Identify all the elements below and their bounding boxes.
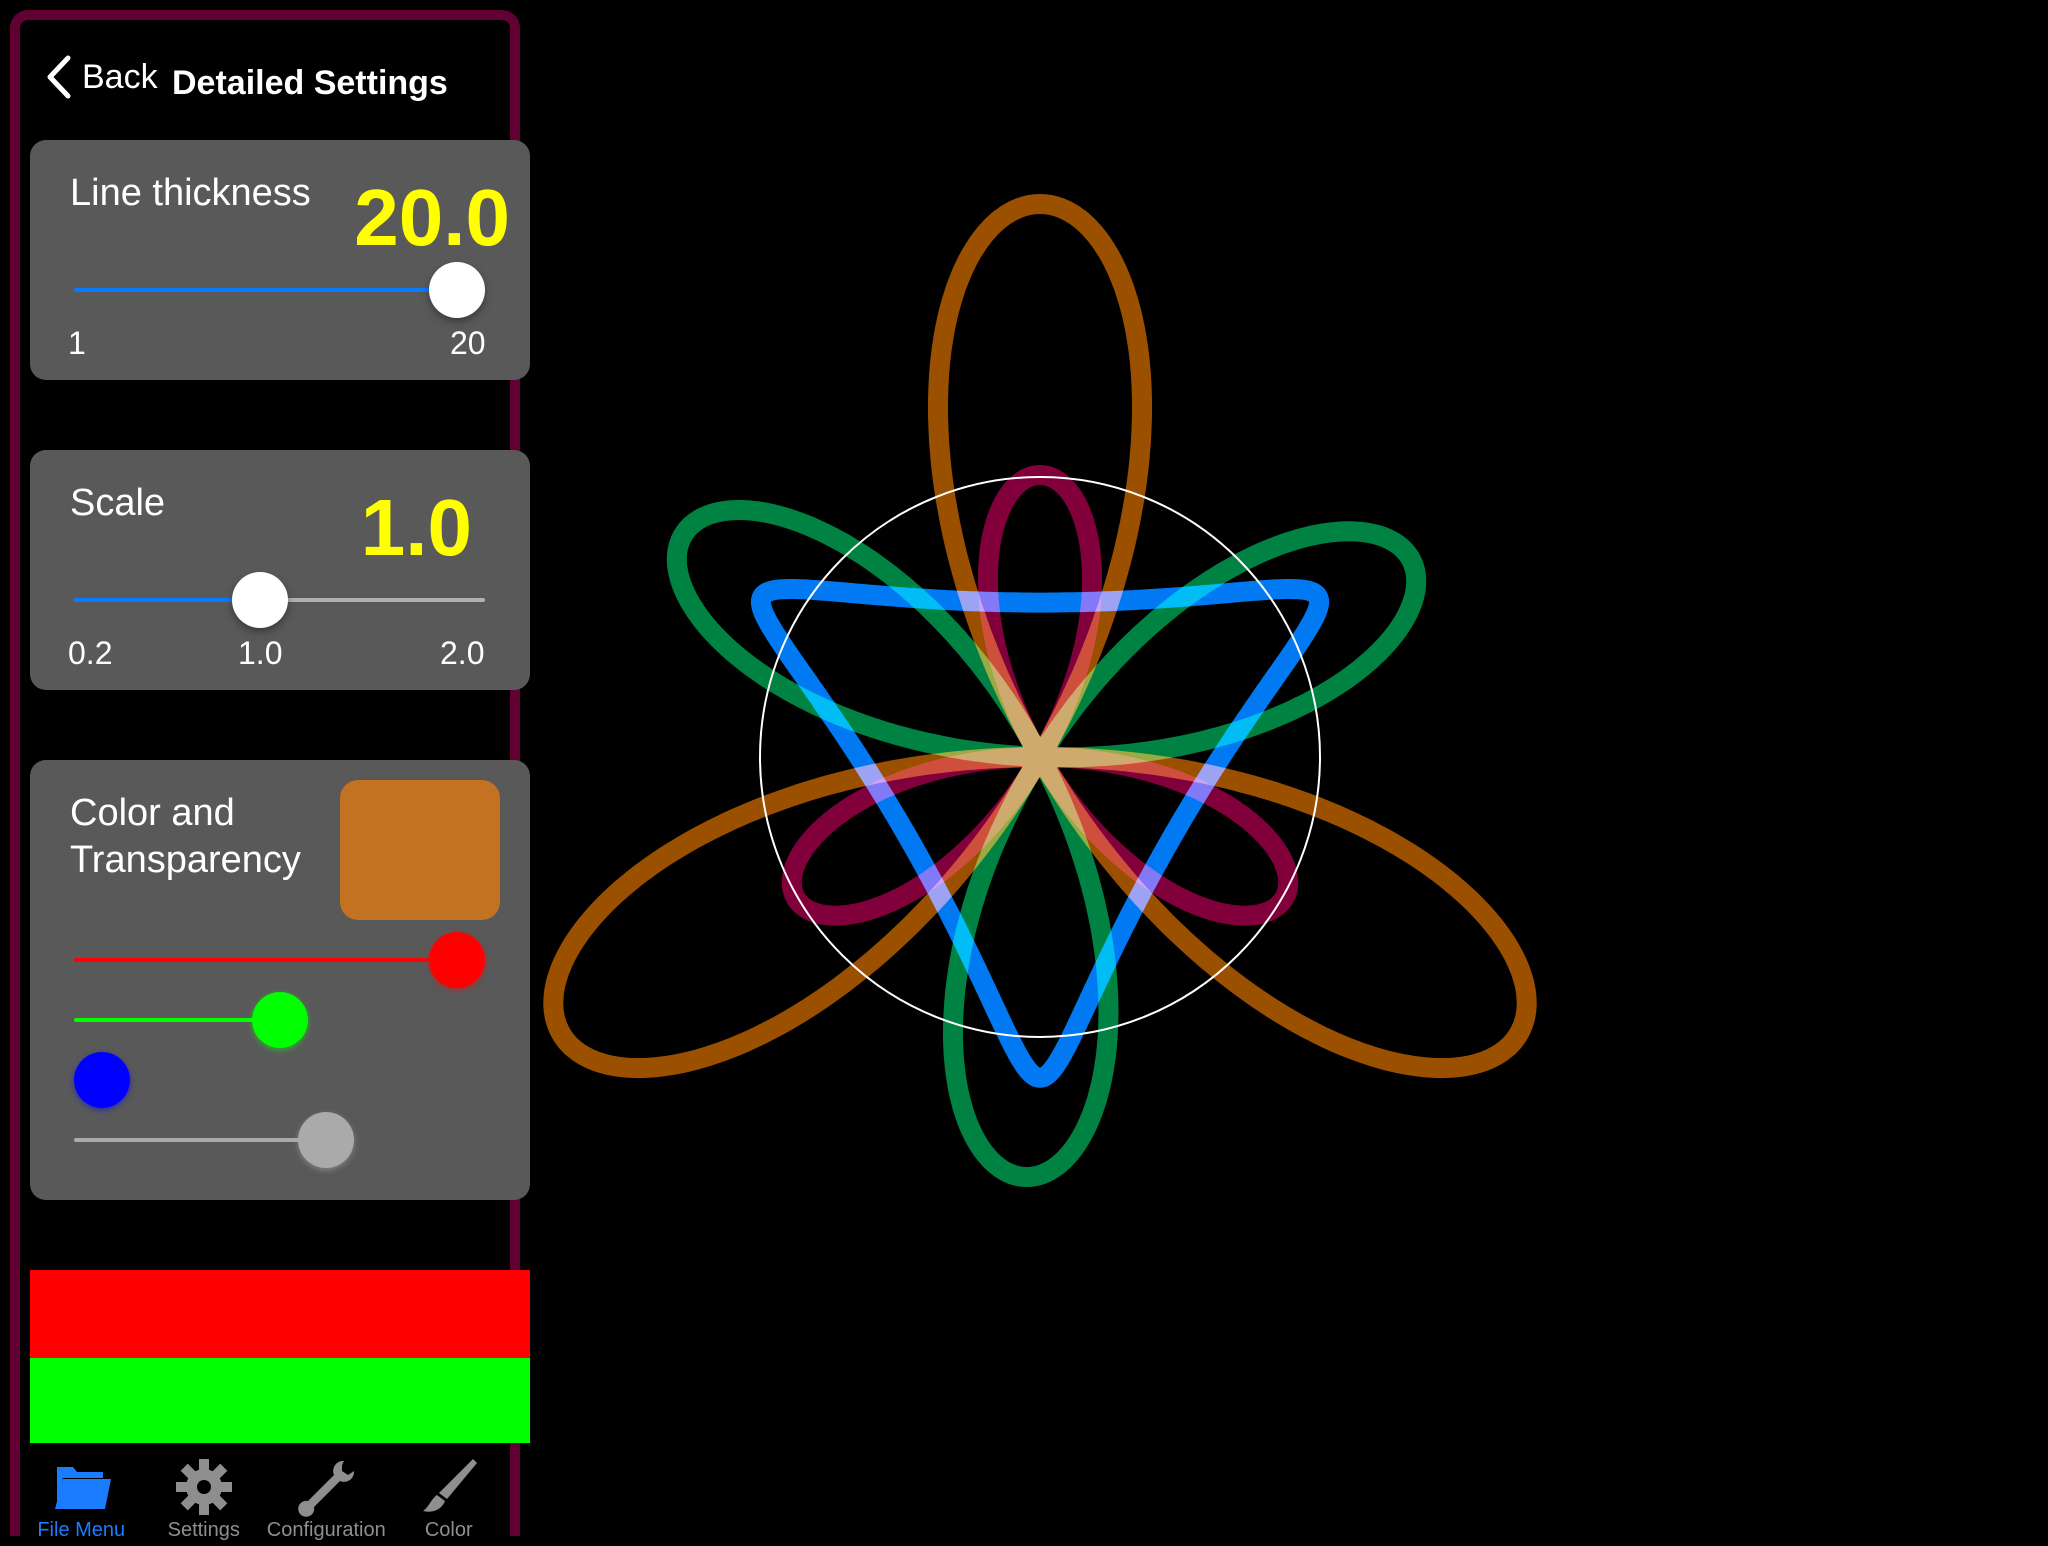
tab-label: File Menu [37,1519,126,1541]
chevron-left-icon [47,55,71,99]
red-color-bar [30,1270,530,1358]
scale-value: 1.0 [360,483,472,572]
scale-slider[interactable] [74,570,485,630]
wrench-icon [298,1460,355,1517]
tab-label: Settings [167,1519,240,1541]
back-label: Back [82,57,158,96]
slider-track-min [74,288,457,292]
color-label-line1: Color and [70,792,235,834]
color-card: Color and Transparency [30,760,530,1200]
magenta-rose-curve [781,465,1299,926]
red-slider[interactable] [74,930,485,990]
blue-slider-thumb[interactable] [74,1052,130,1108]
blue-slider[interactable] [74,1050,485,1110]
line-thickness-label: Line thickness [70,172,311,214]
min-label: 0.2 [68,635,113,671]
green-color-bar [30,1358,530,1443]
folder-icon [55,1467,112,1509]
tab-color[interactable]: Color [388,1443,511,1546]
back-button[interactable]: Back [44,54,158,100]
slider-thumb[interactable] [429,262,485,318]
tab-bar: File Menu Settings Configuration Color [20,1443,510,1546]
page-title: Detailed Settings [172,64,448,102]
settings-panel: Back Detailed Settings Line thickness 20… [10,10,530,1541]
paintbrush-icon [422,1459,477,1512]
slider-track-max [259,598,485,602]
tab-file-menu[interactable]: File Menu [20,1443,143,1546]
green-slider[interactable] [74,990,485,1050]
alpha-slider[interactable] [74,1110,485,1170]
line-thickness-slider[interactable] [74,260,485,320]
nav-header: Back Detailed Settings [20,20,510,130]
gear-icon [175,1459,232,1515]
tab-settings[interactable]: Settings [143,1443,266,1546]
red-slider-thumb[interactable] [429,932,485,988]
slider-thumb[interactable] [231,572,288,628]
scale-label: Scale [70,482,166,524]
mid-label: 1.0 [238,635,283,671]
max-label: 20 [450,325,486,361]
drawing-canvas[interactable] [540,0,2048,1536]
scale-card: Scale 1.0 0.2 1.0 2.0 [30,450,530,690]
tab-configuration[interactable]: Configuration [265,1443,388,1546]
slider-track-min [74,1018,280,1022]
green-slider-thumb[interactable] [251,992,308,1048]
tab-label: Configuration [266,1519,386,1541]
line-thickness-card: Line thickness 20.0 1 20 [30,140,530,380]
blue-triangle-curve [750,579,1330,1088]
line-thickness-value: 20.0 [354,173,510,262]
slider-track-min [74,1138,326,1142]
max-label: 2.0 [440,635,485,671]
alpha-slider-thumb[interactable] [297,1112,354,1168]
color-label-line2: Transparency [70,839,301,881]
tab-label: Color [424,1519,473,1541]
slider-track-min [74,958,457,962]
color-swatch [340,780,500,920]
min-label: 1 [68,325,86,361]
